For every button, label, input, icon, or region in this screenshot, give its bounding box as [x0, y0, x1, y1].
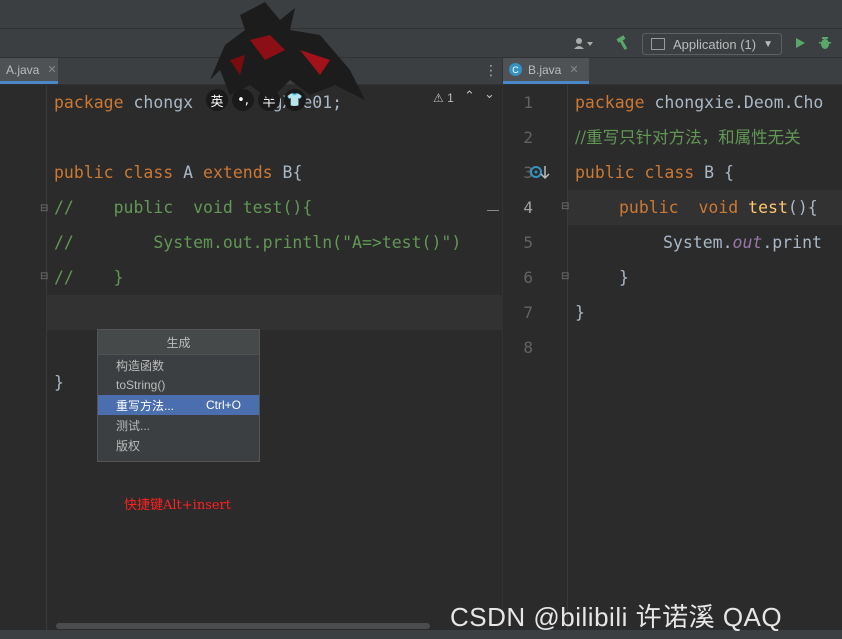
tab-b-java[interactable]: C B.java ✕ [503, 58, 589, 84]
line-number: 7 [523, 303, 533, 322]
menu-item-tostring[interactable]: toString() [98, 375, 259, 395]
code-line-5: System.out.print [663, 233, 822, 252]
skin-dragon-image [210, 2, 365, 100]
menu-shortcut: Ctrl+O [205, 398, 241, 412]
code-line-7: } [575, 303, 585, 322]
more-options-icon[interactable]: ⋮ [484, 63, 498, 79]
code-line-3: public class A extends B{ [54, 163, 303, 182]
close-icon[interactable]: ✕ [569, 63, 578, 76]
code-line-4: // public void test(){ [54, 198, 313, 217]
run-configuration-select[interactable]: Application (1) ▼ [642, 33, 782, 55]
tab-label: A.java [6, 62, 40, 77]
line-number: 1 [523, 93, 533, 112]
fold-marker-icon[interactable]: ⊟ [40, 203, 48, 214]
code-line-6: // } [54, 268, 124, 287]
tab-a-java[interactable]: A.java ✕ [0, 58, 58, 84]
minimize-marker [487, 210, 499, 211]
right-tab-bar: C B.java ✕ [503, 58, 842, 85]
close-icon[interactable]: ✕ [47, 63, 56, 76]
chevron-up-icon[interactable]: ⌃ [464, 89, 475, 104]
chevron-down-icon: ▼ [763, 38, 773, 50]
run-configuration-label: Application (1) [673, 36, 757, 52]
debug-bug-icon[interactable] [815, 33, 835, 53]
menu-item-test[interactable]: 测试... [98, 415, 259, 435]
menu-item-override-methods[interactable]: 重写方法... Ctrl+O [98, 395, 259, 415]
code-line-2: //重写只针对方法，和属性无关 [575, 128, 801, 147]
gutter-divider [567, 85, 568, 630]
code-line-1: package chongxie.Deom.Cho [575, 93, 824, 112]
menu-title: 生成 [98, 330, 259, 355]
title-bar [0, 0, 842, 29]
line-number: 2 [523, 128, 533, 147]
menu-item-copyright[interactable]: 版权 [98, 435, 259, 455]
tab-label: B.java [528, 62, 562, 77]
watermark: CSDN @bilibili 许诺溪 QAQ [450, 602, 783, 632]
code-line-5: // System.out.println("A=>test()") [54, 233, 462, 252]
pane-divider[interactable] [502, 58, 503, 639]
line-number: 6 [523, 268, 533, 287]
application-config-icon [651, 38, 665, 50]
chevron-down-icon[interactable]: ⌄ [484, 87, 495, 102]
code-line-4: public void test(){ [619, 198, 818, 217]
fold-marker-icon[interactable]: ⊟ [561, 271, 569, 282]
horizontal-scrollbar[interactable] [56, 623, 430, 629]
line-number: 4 [523, 198, 533, 217]
line-number: 5 [523, 233, 533, 252]
shortcut-annotation: 快捷键Alt+insert [124, 498, 231, 513]
fold-marker-icon[interactable]: ⊟ [561, 201, 569, 212]
right-editor[interactable]: 1 2 3 4 5 6 7 8 ⊟ ⊟ package chongxie.Deo… [503, 85, 842, 630]
generate-popup-menu: 生成 构造函数 toString() 重写方法... Ctrl+O 测试... 版… [97, 329, 260, 462]
user-icon[interactable] [570, 33, 598, 53]
inspection-warnings[interactable]: ⚠ 1 [433, 91, 454, 105]
line-number: 8 [523, 338, 533, 357]
run-icon[interactable] [790, 33, 810, 53]
code-line-3: public class B { [575, 163, 734, 182]
menu-item-constructor[interactable]: 构造函数 [98, 355, 259, 375]
class-icon: C [509, 63, 522, 76]
code-line-9: } [54, 373, 64, 392]
fold-marker-icon[interactable]: ⊟ [40, 271, 48, 282]
current-line-highlight [47, 295, 502, 330]
gutter-divider [46, 85, 47, 630]
overridden-method-icon[interactable] [529, 164, 551, 182]
build-hammer-icon[interactable] [612, 33, 634, 53]
code-line-6: } [619, 268, 629, 287]
